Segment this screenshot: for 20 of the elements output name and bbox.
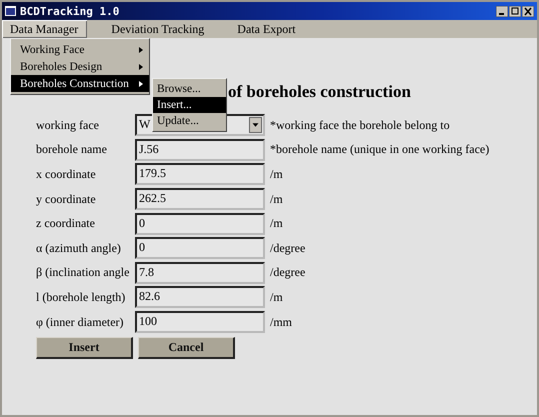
field-label: β (inclination angle: [36, 265, 130, 280]
field-label: φ (inner diameter): [36, 314, 125, 330]
field-hint: /degree: [270, 240, 306, 256]
field-label: borehole name: [36, 142, 108, 158]
window-title: BCDTracking 1.0: [20, 4, 120, 18]
form-heading: of boreholes construction: [228, 82, 411, 101]
field-label: z coordinate: [36, 216, 96, 232]
field-hint: *working face the borehole belong to: [270, 118, 451, 133]
field-hint: /m: [270, 166, 284, 182]
field-label: α (azimuth angle): [36, 240, 122, 256]
field-label: l (borehole length): [36, 290, 126, 305]
field-hint: *borehole name (unique in one working face): [270, 142, 490, 158]
field-hint: /m: [270, 290, 284, 305]
field-hint: /mm: [270, 314, 294, 330]
field-hint: /m: [270, 192, 284, 207]
field-hint: /m: [270, 216, 284, 232]
field-label: working face: [36, 118, 100, 133]
field-label: y coordinate: [36, 192, 97, 207]
field-hint: /degree: [270, 265, 306, 280]
field-label: x coordinate: [36, 166, 97, 182]
